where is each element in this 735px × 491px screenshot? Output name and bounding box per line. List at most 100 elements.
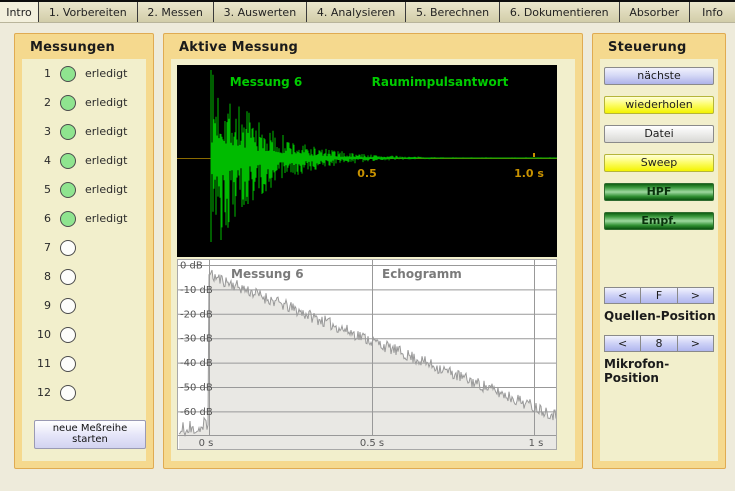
status-led [60, 182, 76, 198]
source-position-value[interactable]: F [641, 287, 677, 304]
measurement-number: 7 [34, 241, 51, 254]
measurement-status: erledigt [85, 125, 127, 138]
measurement-row-1[interactable]: 1 erledigt [22, 59, 146, 88]
measurement-row-10[interactable]: 10 [22, 320, 146, 349]
measurements-panel-body: 1 erledigt 2 erledigt 3 erledigt 4 erledigt 5 erl… [22, 59, 146, 461]
hpf-button[interactable]: HPF [604, 183, 714, 201]
echogram-y-label: -50 dB [180, 383, 213, 394]
measurement-row-5[interactable]: 5 erledigt [22, 175, 146, 204]
echogram-y-label: -40 dB [180, 358, 213, 369]
status-led [60, 66, 76, 82]
source-position-stepper: <F> [604, 287, 714, 304]
status-led [60, 211, 76, 227]
measurement-list: 1 erledigt 2 erledigt 3 erledigt 4 erledigt 5 erl… [22, 59, 146, 407]
echogram-y-label: -10 dB [180, 285, 213, 296]
microphone-position-value[interactable]: 8 [641, 335, 677, 352]
new-series-button[interactable]: neue Meßreihe starten [34, 420, 146, 449]
tab-bar: Intro1. Vorbereiten2. Messen3. Auswerten… [0, 0, 735, 23]
measurements-panel-title: Messungen [15, 34, 153, 59]
sweep-button[interactable]: Sweep [604, 154, 714, 172]
measurement-status: erledigt [85, 154, 127, 167]
echogram-y-label: -30 dB [180, 334, 213, 345]
tab-4-analysieren[interactable]: 4. Analysieren [307, 2, 406, 22]
active-measurement-panel: Aktive Messung Messung 6 Raumimpulsantwor… [163, 33, 583, 469]
measurement-row-6[interactable]: 6 erledigt [22, 204, 146, 233]
echogram-chart: 0 dB -10 dB -20 dB -30 dB -40 dB -50 dB -60 dB… [177, 259, 557, 450]
measurement-row-7[interactable]: 7 [22, 233, 146, 262]
echogram-x-label-05s: 0.5 s [360, 438, 384, 449]
tab-2-messen[interactable]: 2. Messen [138, 2, 214, 22]
tab-6-dokumentieren[interactable]: 6. Dokumentieren [500, 2, 620, 22]
measurement-number: 1 [34, 67, 51, 80]
tab-info[interactable]: Info [690, 2, 735, 22]
measurement-row-12[interactable]: 12 [22, 378, 146, 407]
empf-button[interactable]: Empf. [604, 212, 714, 230]
impulse-tick-1s [533, 153, 535, 157]
control-panel-title: Steuerung [593, 34, 725, 59]
tab-3-auswerten[interactable]: 3. Auswerten [214, 2, 307, 22]
measurement-row-8[interactable]: 8 [22, 262, 146, 291]
status-led [60, 327, 76, 343]
tab-absorber[interactable]: Absorber [620, 2, 691, 22]
microphone-position-label: Mikrofon-Position [600, 357, 718, 385]
source-position-next-button[interactable]: > [678, 287, 714, 304]
status-led [60, 269, 76, 285]
impulse-tick-label-05: 0.5 [357, 167, 377, 180]
measurement-number: 5 [34, 183, 51, 196]
echogram-y-label: -60 dB [180, 407, 213, 418]
control-panel: Steuerung nächste wiederholen Datei Sweep HP… [592, 33, 726, 469]
active-measurement-title: Aktive Messung [164, 34, 582, 59]
measurement-status: erledigt [85, 96, 127, 109]
microphone-position-stepper: <8> [604, 335, 714, 352]
tab-5-berechnen[interactable]: 5. Berechnen [406, 2, 500, 22]
measurement-status: erledigt [85, 67, 127, 80]
impulse-tick-label-10: 1.0 s [514, 167, 544, 180]
measurement-status: erledigt [85, 212, 127, 225]
source-position-prev-button[interactable]: < [604, 287, 641, 304]
app-window: Intro1. Vorbereiten2. Messen3. Auswerten… [0, 0, 735, 491]
measurements-panel: Messungen 1 erledigt 2 erledigt 3 erledigt 4 er… [14, 33, 154, 469]
measurement-status: erledigt [85, 183, 127, 196]
echogram-subtitle: Echogramm [382, 267, 462, 281]
echogram-y-label: -20 dB [180, 309, 213, 320]
wiederholen-button[interactable]: wiederholen [604, 96, 714, 114]
measurement-row-4[interactable]: 4 erledigt [22, 146, 146, 175]
measurement-number: 6 [34, 212, 51, 225]
measurement-number: 3 [34, 125, 51, 138]
control-panel-body: nächstewiederholenDateiSweepHPFEmpf.<F>Q… [600, 59, 718, 461]
source-position-label: Quellen-Position [600, 309, 716, 323]
measurement-row-3[interactable]: 3 erledigt [22, 117, 146, 146]
tab-1-vorbereiten[interactable]: 1. Vorbereiten [39, 2, 138, 22]
status-led [60, 385, 76, 401]
measurement-row-11[interactable]: 11 [22, 349, 146, 378]
measurement-number: 10 [34, 328, 51, 341]
status-led [60, 240, 76, 256]
echogram-title: Messung 6 [231, 267, 304, 281]
echogram-x-label-1s: 1 s [529, 438, 544, 449]
status-led [60, 153, 76, 169]
active-measurement-body: Messung 6 Raumimpulsantwort 0.5 1.0 s 0 dB -… [171, 59, 575, 461]
measurement-number: 8 [34, 270, 51, 283]
measurement-number: 11 [34, 357, 51, 370]
impulse-waveform [211, 70, 557, 242]
measurement-number: 4 [34, 154, 51, 167]
measurement-number: 9 [34, 299, 51, 312]
microphone-position-next-button[interactable]: > [678, 335, 714, 352]
measurement-number: 12 [34, 386, 51, 399]
status-led [60, 298, 76, 314]
datei-button[interactable]: Datei [604, 125, 714, 143]
echogram-area-fill [179, 270, 556, 450]
impulse-title: Messung 6 [230, 75, 303, 89]
echogram-x-label-0s: 0 s [199, 438, 214, 449]
status-led [60, 124, 76, 140]
impulse-subtitle: Raumimpulsantwort [372, 75, 509, 89]
nächste-button[interactable]: nächste [604, 67, 714, 85]
measurement-number: 2 [34, 96, 51, 109]
measurement-row-9[interactable]: 9 [22, 291, 146, 320]
microphone-position-prev-button[interactable]: < [604, 335, 641, 352]
impulse-response-chart: Messung 6 Raumimpulsantwort 0.5 1.0 s [177, 65, 557, 257]
echogram-y-label: 0 dB [180, 261, 203, 272]
measurement-row-2[interactable]: 2 erledigt [22, 88, 146, 117]
tab-intro[interactable]: Intro [0, 2, 39, 22]
status-led [60, 356, 76, 372]
